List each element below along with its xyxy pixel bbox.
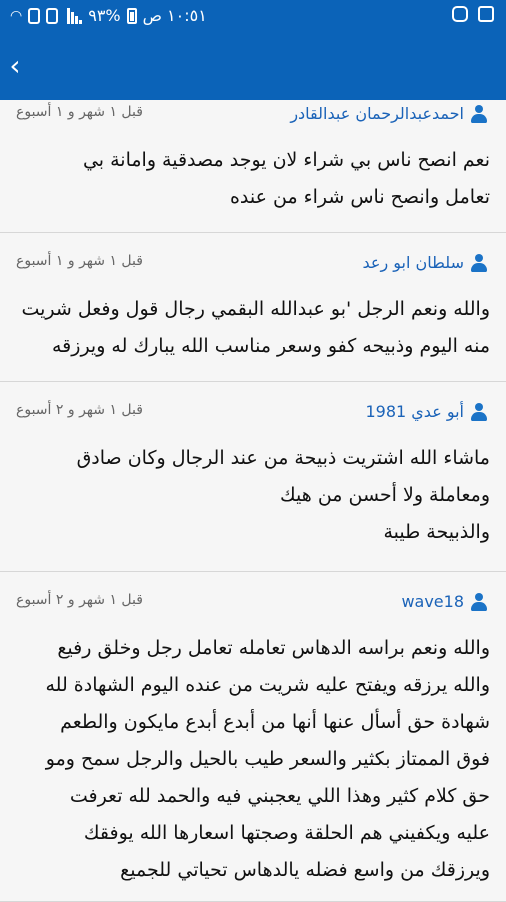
comment-time: قبل ١ شهر و ١ أسبوع xyxy=(16,253,143,269)
comment-author[interactable]: احمدعبدالرحمان عبدالقادر xyxy=(290,104,464,123)
wifi-icon: ◠ xyxy=(10,7,23,24)
battery-percent: %٩٣ xyxy=(88,6,121,25)
status-right xyxy=(452,6,494,22)
comment-item: أبو عدي 1981 قبل ١ شهر و ٢ أسبوع ماشاء ا… xyxy=(0,382,506,572)
comment-author[interactable]: أبو عدي 1981 xyxy=(365,402,464,421)
status-time: ١٠:٥١ ص xyxy=(142,6,207,25)
instagram-icon xyxy=(452,6,468,22)
comment-author-row[interactable]: wave18 xyxy=(401,592,488,611)
comment-author[interactable]: wave18 xyxy=(401,592,464,611)
comment-body: والله ونعم الرجل 'بو عبدالله البقمي رجال… xyxy=(21,298,490,357)
comment-author-row[interactable]: احمدعبدالرحمان عبدالقادر xyxy=(290,104,488,123)
comment-time: قبل ١ شهر و ١ أسبوع xyxy=(16,104,143,120)
comments-list: احمدعبدالرحمان عبدالقادر قبل ١ شهر و ١ أ… xyxy=(0,100,506,902)
comment-author[interactable]: سلطان ابو رعد xyxy=(363,253,464,272)
comment-body: والله ونعم براسه الدهاس تعامله تعامل رجل… xyxy=(45,637,490,881)
comment-item: احمدعبدالرحمان عبدالقادر قبل ١ شهر و ١ أ… xyxy=(0,100,506,233)
comment-time: قبل ١ شهر و ٢ أسبوع xyxy=(16,592,143,608)
comment-body: نعم انصح ناس بي شراء لان يوجد مصدقية وام… xyxy=(82,149,490,208)
status-bar: ١٠:٥١ ص %٩٣ ◠ xyxy=(0,0,506,34)
battery-icon xyxy=(126,7,137,24)
comment-item: wave18 قبل ١ شهر و ٢ أسبوع والله ونعم بر… xyxy=(0,572,506,902)
comment-body: ماشاء الله اشتريت ذبيحة من عند الرجال وك… xyxy=(76,447,490,543)
user-icon xyxy=(470,402,488,421)
back-chevron-icon[interactable]: ‹ xyxy=(4,50,26,82)
comment-author-row[interactable]: أبو عدي 1981 xyxy=(365,402,488,421)
user-icon xyxy=(470,592,488,611)
user-icon xyxy=(470,253,488,272)
signal-icon xyxy=(64,7,83,24)
comment-item: سلطان ابو رعد قبل ١ شهر و ١ أسبوع والله … xyxy=(0,233,506,382)
user-icon xyxy=(470,104,488,123)
status-left: ١٠:٥١ ص %٩٣ ◠ xyxy=(10,6,207,25)
gallery-icon xyxy=(478,6,494,22)
comment-author-row[interactable]: سلطان ابو رعد xyxy=(363,253,488,272)
sim-icon xyxy=(46,7,59,24)
sim2-icon xyxy=(28,7,41,24)
app-bar: ‹ xyxy=(0,34,506,100)
comment-time: قبل ١ شهر و ٢ أسبوع xyxy=(16,402,143,418)
